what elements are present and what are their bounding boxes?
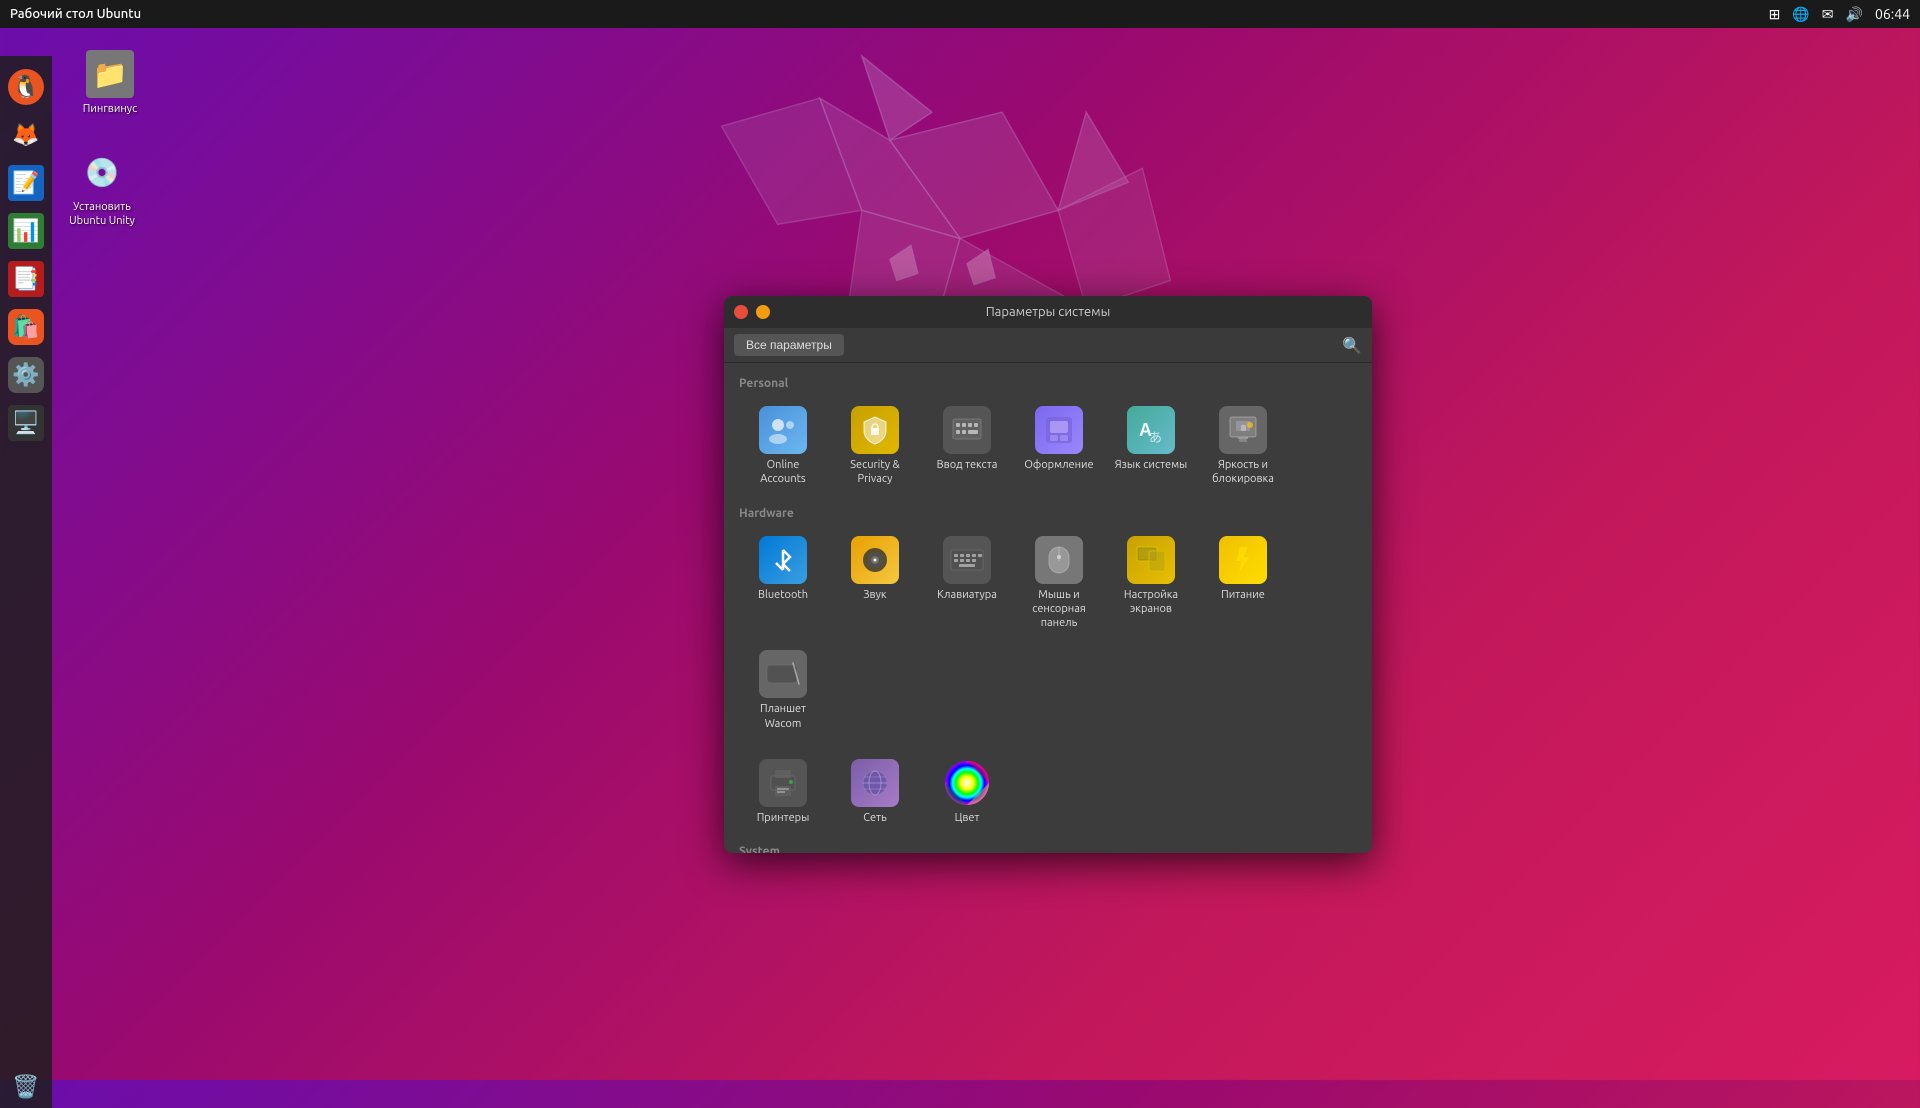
settings-titlebar: ✕ − Параметры системы [724,296,1372,328]
dock-item-trash[interactable]: 🗑️ [5,1066,47,1108]
settings-item-appearance[interactable]: Оформление [1015,398,1103,495]
text-input-icon [943,406,991,454]
settings-item-online-accounts[interactable]: Online Accounts [739,398,827,495]
topbar-right: ⊞ 🌐 ✉ 🔊 06:44 [1769,6,1910,23]
clock: 06:44 [1875,6,1910,22]
settings-item-network[interactable]: Сеть [831,751,919,833]
mouse-icon [1035,536,1083,584]
settings-item-mouse[interactable]: Мышь и сенсорная панель [1015,528,1103,639]
section-personal-label: Personal [739,377,1357,390]
text-input-label: Ввод текста [937,458,998,472]
dock-item-writer[interactable]: 📝 [5,162,47,204]
brightness-label: Яркость и блокировка [1203,458,1283,487]
settings-item-color[interactable]: Цвет [923,751,1011,833]
color-icon [943,759,991,807]
window-minimize-button[interactable]: − [756,305,770,319]
network-icon: ⊞ [1769,6,1781,23]
language-label: Язык системы [1115,458,1188,472]
settings-item-brightness[interactable]: Яркость и блокировка [1199,398,1287,495]
keyboard-icon [943,536,991,584]
keyboard-label: Клавиатура [937,588,997,602]
wacom-icon [759,650,807,698]
settings-item-displays[interactable]: Настройка экранов [1107,528,1195,639]
settings-content: Personal Online Accounts Security & Priv… [724,363,1372,853]
dock-item-settings[interactable]: ⚙️ [5,354,47,396]
topbar: Рабочий стол Ubuntu ⊞ 🌐 ✉ 🔊 06:44 [0,0,1920,28]
language-icon: Aあ [1127,406,1175,454]
printers-label: Принтеры [757,811,810,825]
power-icon [1219,536,1267,584]
dock-item-impress[interactable]: 📑 [5,258,47,300]
settings-item-keyboard[interactable]: Клавиатура [923,528,1011,639]
dock-item-firefox[interactable]: 🦊 [5,114,47,156]
printers-icon [759,759,807,807]
settings-item-printers[interactable]: Принтеры [739,751,827,833]
desktop: 🐧 🦊 📝 📊 📑 🛍️ ⚙️ 🖥️ 🗑️ 📁 Пингвинус [0,28,1920,1080]
sound-label: Звук [863,588,886,602]
settings-item-text-input[interactable]: Ввод текста [923,398,1011,495]
sound-icon [851,536,899,584]
bluetooth-icon [759,536,807,584]
online-accounts-label: Online Accounts [743,458,823,487]
security-label: Security & Privacy [835,458,915,487]
power-label: Питание [1221,588,1265,602]
dock-item-terminal[interactable]: 🖥️ [5,402,47,444]
settings-item-language[interactable]: Aあ Язык системы [1107,398,1195,495]
dock: 🐧 🦊 📝 📊 📑 🛍️ ⚙️ 🖥️ 🗑️ [0,56,52,1108]
settings-item-bluetooth[interactable]: Bluetooth [739,528,827,639]
search-icon[interactable]: 🔍 [1342,336,1362,355]
all-settings-button[interactable]: Все параметры [734,334,844,356]
globe-icon: 🌐 [1792,6,1809,23]
hardware-icons-grid-2: Принтеры Сеть Цвет [739,751,1357,833]
dock-item-software[interactable]: 🛍️ [5,306,47,348]
dock-item-ubuntu[interactable]: 🐧 [5,66,47,108]
settings-item-security[interactable]: Security & Privacy [831,398,919,495]
settings-toolbar: Все параметры 🔍 [724,328,1372,363]
appearance-label: Оформление [1024,458,1093,472]
displays-icon [1127,536,1175,584]
color-label: Цвет [955,811,980,825]
online-accounts-icon [759,406,807,454]
displays-label: Настройка экранов [1111,588,1191,617]
settings-item-wacom[interactable]: Планшет Wacom [739,642,827,739]
network-label: Сеть [863,811,886,825]
hardware-icons-grid: Bluetooth Звук Клавиатура [739,528,1357,739]
brightness-icon [1219,406,1267,454]
wacom-label: Планшет Wacom [743,702,823,731]
section-hardware-label: Hardware [739,507,1357,520]
settings-window-title: Параметры системы [986,305,1111,319]
mouse-label: Мышь и сенсорная панель [1019,588,1099,631]
bluetooth-label: Bluetooth [758,588,808,602]
volume-icon: 🔊 [1846,6,1863,23]
window-close-button[interactable]: ✕ [734,305,748,319]
settings-item-power[interactable]: Питание [1199,528,1287,639]
settings-item-sound[interactable]: Звук [831,528,919,639]
appearance-icon [1035,406,1083,454]
mail-icon: ✉ [1822,6,1834,23]
personal-icons-grid: Online Accounts Security & Privacy Ввод … [739,398,1357,495]
svg-text:あ: あ [1149,430,1162,445]
topbar-title: Рабочий стол Ubuntu [10,7,141,21]
security-icon [851,406,899,454]
settings-window: ✕ − Параметры системы Все параметры 🔍 Pe… [724,296,1372,853]
network-icon [851,759,899,807]
section-system-label: System [739,845,1357,853]
dock-item-calc[interactable]: 📊 [5,210,47,252]
